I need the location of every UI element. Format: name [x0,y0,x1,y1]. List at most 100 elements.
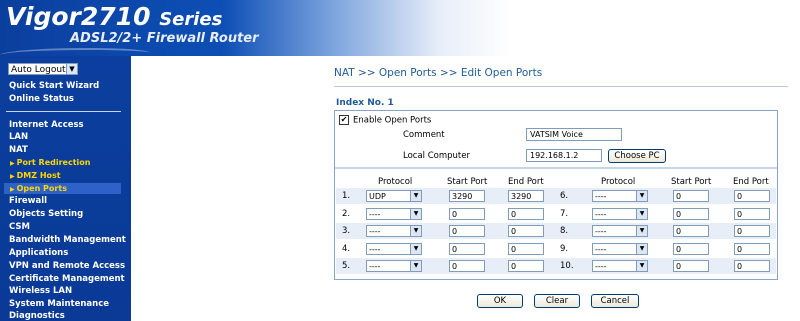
protocol-select-value: ---- [595,210,607,219]
end-port-field[interactable]: 0 [508,225,544,237]
end-port-header-left: End Port [508,177,544,187]
chevron-down-icon: ▼ [410,244,421,254]
sidebar-item-applications[interactable]: Applications [9,248,68,258]
local-computer-label: Local Computer [403,151,470,161]
sidebar-item-lan[interactable]: LAN [9,132,28,142]
breadcrumb: NAT >> Open Ports >> Edit Open Ports [334,67,543,79]
start-port-header-left: Start Port [447,177,488,187]
sidebar-item-dmz-host[interactable]: ▶ DMZ Host [10,171,61,180]
chevron-down-icon: ▼ [66,64,77,74]
protocol-select[interactable]: ---- ▼ [366,208,422,220]
row-number: 6. [560,191,569,201]
start-port-field[interactable]: 0 [673,243,709,255]
start-port-field[interactable]: 0 [449,225,485,237]
start-port-field[interactable]: 0 [449,243,485,255]
protocol-select[interactable]: ---- ▼ [366,225,422,237]
sidebar-item-port-redirection[interactable]: ▶ Port Redirection [10,158,90,167]
comment-field[interactable]: VATSIM Voice [526,128,622,141]
sidebar-item-internet-access[interactable]: Internet Access [9,120,84,130]
start-port-field[interactable]: 3290 [449,190,485,202]
start-port-header-right: Start Port [671,177,712,187]
logo-title: Vigor2710 Series [6,2,223,31]
start-port-field[interactable]: 0 [449,260,485,272]
chevron-down-icon: ▼ [636,209,647,219]
sidebar-item-bandwidth-management[interactable]: Bandwidth Management [9,235,126,245]
end-port-field[interactable]: 0 [734,225,770,237]
sidebar-item-csm[interactable]: CSM [9,222,30,232]
sidebar-item-nat[interactable]: NAT [9,145,28,155]
chevron-down-icon: ▼ [410,191,421,201]
ok-button[interactable]: OK [477,294,523,308]
end-port-field[interactable]: 0 [734,260,770,272]
chevron-down-icon: ▼ [636,244,647,254]
sidebar-item-objects-setting[interactable]: Objects Setting [9,209,83,219]
enable-open-ports-row[interactable]: ✔ Enable Open Ports [339,115,431,126]
protocol-select[interactable]: UDP ▼ [366,190,422,202]
sidebar-divider [6,111,121,112]
protocol-select-value: ---- [595,227,607,236]
sidebar-item-open-ports[interactable]: ▶ Open Ports [10,184,67,193]
row-number: 10. [560,261,574,271]
row-number: 5. [342,261,351,271]
protocol-select-value: ---- [369,227,381,236]
protocol-select[interactable]: ---- ▼ [592,260,648,272]
protocol-select-value: ---- [595,245,607,254]
header-banner: Vigor2710 Series ADSL2/2+ Firewall Route… [0,0,800,56]
end-port-field[interactable]: 0 [508,243,544,255]
sidebar-item-vpn-remote-access[interactable]: VPN and Remote Access [9,261,125,271]
sidebar-item-diagnostics[interactable]: Diagnostics [9,311,65,321]
row-number: 3. [342,226,351,236]
protocol-select[interactable]: ---- ▼ [366,260,422,272]
start-port-field[interactable]: 0 [449,208,485,220]
row-number: 9. [560,244,569,254]
end-port-field[interactable]: 0 [734,243,770,255]
sidebar-item-quick-start-wizard[interactable]: Quick Start Wizard [9,81,99,91]
protocol-select-value: ---- [369,262,381,271]
protocol-select-value: UDP [369,192,386,201]
end-port-header-right: End Port [733,177,769,187]
protocol-select[interactable]: ---- ▼ [592,208,648,220]
auto-logout-select[interactable]: Auto Logout ▼ [8,63,78,75]
protocol-select[interactable]: ---- ▼ [366,243,422,255]
index-label: Index No. 1 [336,98,394,108]
cancel-button[interactable]: Cancel [591,294,639,308]
start-port-field[interactable]: 0 [673,225,709,237]
enable-open-ports-checkbox[interactable]: ✔ [339,115,349,125]
local-computer-field[interactable]: 192.168.1.2 [526,149,602,162]
choose-pc-button[interactable]: Choose PC [608,149,666,163]
protocol-header-right: Protocol [601,177,636,187]
protocol-select[interactable]: ---- ▼ [592,225,648,237]
end-port-field[interactable]: 0 [734,190,770,202]
chevron-down-icon: ▼ [410,209,421,219]
row-number: 4. [342,244,351,254]
end-port-field[interactable]: 0 [734,208,770,220]
start-port-field[interactable]: 0 [673,190,709,202]
chevron-down-icon: ▼ [410,261,421,271]
start-port-field[interactable]: 0 [673,260,709,272]
clear-button[interactable]: Clear [534,294,580,308]
row-number: 1. [342,191,351,201]
sidebar-item-system-maintenance[interactable]: System Maintenance [9,299,109,309]
sidebar-item-certificate-management[interactable]: Certificate Management [9,274,125,284]
protocol-header-left: Protocol [378,177,413,187]
triangle-right-icon: ▶ [10,186,15,193]
protocol-select[interactable]: ---- ▼ [592,243,648,255]
end-port-field[interactable]: 3290 [508,190,544,202]
row-number: 8. [560,226,569,236]
protocol-select[interactable]: ---- ▼ [592,190,648,202]
chevron-down-icon: ▼ [636,261,647,271]
start-port-field[interactable]: 0 [673,208,709,220]
end-port-field[interactable]: 0 [508,260,544,272]
logo-subtitle: ADSL2/2+ Firewall Router [70,31,259,46]
chevron-down-icon: ▼ [410,226,421,236]
protocol-select-value: ---- [369,210,381,219]
sidebar-item-wireless-lan[interactable]: Wireless LAN [9,286,72,296]
sidebar-item-online-status[interactable]: Online Status [9,94,74,104]
end-port-field[interactable]: 0 [508,208,544,220]
row-number: 2. [342,209,351,219]
chevron-down-icon: ▼ [636,226,647,236]
header-divider [334,86,788,87]
protocol-select-value: ---- [369,245,381,254]
comment-label: Comment [403,130,445,140]
sidebar-item-firewall[interactable]: Firewall [9,196,47,206]
